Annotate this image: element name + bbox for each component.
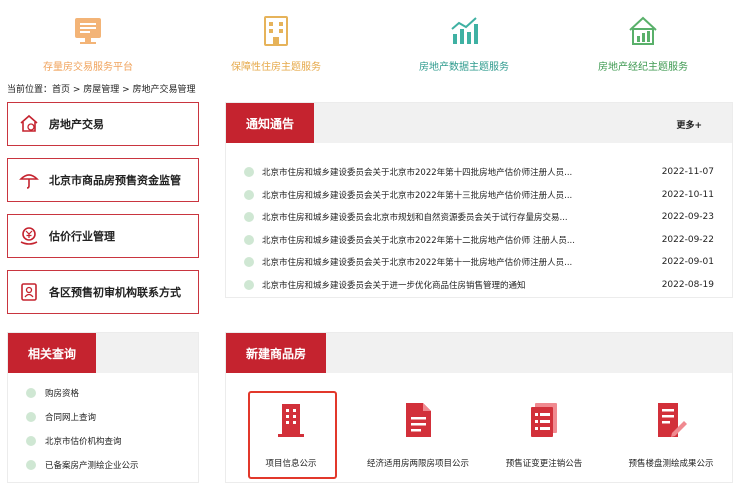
notice-text[interactable]: 北京市住房和城乡建设委员会北京市规划和自然资源委员会关于试行存量房交易... [262, 211, 654, 223]
presale-change-item[interactable]: 预售证变更注销公告 [489, 401, 599, 469]
bullet-icon [244, 234, 254, 245]
notice-text[interactable]: 北京市住房和城乡建设委员会关于北京市2022年第十三批房地产估价师注册人员... [262, 189, 654, 201]
notice-text[interactable]: 北京市住房和城乡建设委员会关于进一步优化商品住房销售管理的通知 [262, 279, 654, 291]
service-real-estate-data[interactable]: 房地产数据主题服务 [384, 14, 544, 73]
notice-text[interactable]: 北京市住房和城乡建设委员会关于北京市2022年第十四批房地产估价师注册人员... [262, 166, 654, 178]
service-label: 保障性住房主题服务 [231, 62, 321, 73]
bullet-icon [244, 279, 254, 290]
house-chart-icon [629, 16, 657, 45]
notice-item[interactable]: 北京市住房和城乡建设委员会关于北京市2022年第十二批房地产估价师 注册人员..… [244, 229, 714, 252]
bullet-icon [26, 388, 36, 398]
notice-item[interactable]: 北京市住房和城乡建设委员会关于进一步优化商品住房销售管理的通知 2022-08-… [244, 274, 714, 297]
notice-panel: 通知通告 更多+ 北京市住房和城乡建设委员会关于北京市2022年第十四批房地产估… [225, 102, 733, 298]
pen-doc-icon [658, 403, 687, 437]
notice-text[interactable]: 北京市住房和城乡建设委员会关于北京市2022年第十一批房地产估价师注册人员... [262, 256, 654, 268]
menu-appraisal-industry[interactable]: 估价行业管理 [7, 214, 199, 258]
menu-presale-fund-supervision[interactable]: 北京市商品房预售资金监管 [7, 158, 199, 202]
project-label: 项目信息公示 [265, 459, 317, 469]
notice-title: 通知通告 [226, 103, 314, 143]
menu-real-estate-transaction[interactable]: 房地产交易 [7, 102, 199, 146]
notice-date: 2022-09-23 [661, 212, 714, 223]
yuan-hand-icon [20, 227, 38, 245]
building-doc-icon [278, 404, 304, 437]
related-query-panel: 相关查询 购房资格 合同网上查询 北京市估价机构查询 已备案房产测绘企业公示 [7, 332, 199, 483]
project-info-item[interactable]: 项目信息公示 [236, 401, 346, 469]
service-label: 存量房交易服务平台 [43, 62, 133, 73]
new-housing-panel: 新建商品房 项目信息公示 经济适用房两限房项目公示 预售证变更注销公告 预售楼盘… [225, 332, 733, 483]
related-item[interactable]: 购房资格 [26, 381, 139, 405]
project-label: 预售证变更注销公告 [505, 459, 583, 469]
bullet-icon [244, 212, 254, 223]
bullet-icon [26, 436, 36, 446]
more-link[interactable]: 更多+ [676, 118, 702, 131]
notice-list: 北京市住房和城乡建设委员会关于北京市2022年第十四批房地产估价师注册人员...… [244, 161, 714, 296]
notice-item[interactable]: 北京市住房和城乡建设委员会关于北京市2022年第十四批房地产估价师注册人员...… [244, 161, 714, 184]
bullet-icon [26, 460, 36, 470]
umbrella-icon [19, 174, 39, 189]
new-housing-title: 新建商品房 [226, 333, 326, 373]
related-list: 购房资格 合同网上查询 北京市估价机构查询 已备案房产测绘企业公示 [26, 381, 139, 477]
related-item[interactable]: 已备案房产测绘企业公示 [26, 453, 139, 477]
notice-text[interactable]: 北京市住房和城乡建设委员会关于北京市2022年第十二批房地产估价师 注册人员..… [262, 234, 654, 246]
bullet-icon [244, 167, 254, 178]
related-item-label[interactable]: 购房资格 [45, 387, 79, 399]
notice-date: 2022-11-07 [661, 167, 714, 178]
related-item[interactable]: 北京市估价机构查询 [26, 429, 139, 453]
menu-label: 房地产交易 [49, 118, 104, 131]
bullet-icon [244, 189, 254, 200]
breadcrumb: 当前位置：首页 > 房屋管理 > 房地产交易管理 [7, 85, 196, 95]
related-item-label[interactable]: 北京市估价机构查询 [45, 435, 122, 447]
contact-card-icon [21, 283, 37, 301]
project-label: 预售楼盘测绘成果公示 [628, 459, 714, 469]
service-label: 房地产数据主题服务 [419, 62, 509, 73]
service-label: 房地产经纪主题服务 [598, 62, 688, 73]
notice-item[interactable]: 北京市住房和城乡建设委员会关于北京市2022年第十一批房地产估价师注册人员...… [244, 251, 714, 274]
service-brokerage[interactable]: 房地产经纪主题服务 [563, 14, 723, 73]
house-coin-icon [20, 114, 38, 132]
affordable-project-item[interactable]: 经济适用房两限房项目公示 [363, 401, 473, 469]
service-row: 存量房交易服务平台 保障性住房主题服务 房地产数据主题服务 房地产经纪主题服务 [0, 0, 740, 78]
notice-date: 2022-09-01 [661, 257, 714, 268]
notice-item[interactable]: 北京市住房和城乡建设委员会关于北京市2022年第十三批房地产估价师注册人员...… [244, 184, 714, 207]
menu-label: 北京市商品房预售资金监管 [49, 174, 181, 187]
service-stock-housing[interactable]: 存量房交易服务平台 [8, 14, 168, 73]
document-icon [406, 403, 431, 437]
notice-date: 2022-09-22 [661, 234, 714, 245]
notice-date: 2022-10-11 [661, 189, 714, 200]
notice-date: 2022-08-19 [661, 279, 714, 290]
building-icon [264, 16, 288, 46]
list-doc-icon [531, 403, 557, 437]
menu-label: 估价行业管理 [49, 230, 115, 243]
survey-result-item[interactable]: 预售楼盘测绘成果公示 [616, 401, 726, 469]
related-item[interactable]: 合同网上查询 [26, 405, 139, 429]
bar-chart-icon [451, 17, 478, 44]
bullet-icon [26, 412, 36, 422]
related-item-label[interactable]: 合同网上查询 [45, 411, 96, 423]
notice-item[interactable]: 北京市住房和城乡建设委员会北京市规划和自然资源委员会关于试行存量房交易... 2… [244, 206, 714, 229]
menu-district-contacts[interactable]: 各区预售初审机构联系方式 [7, 270, 199, 314]
service-affordable-housing[interactable]: 保障性住房主题服务 [196, 14, 356, 73]
menu-label: 各区预售初审机构联系方式 [49, 286, 181, 299]
related-title: 相关查询 [8, 333, 96, 373]
bullet-icon [244, 257, 254, 268]
related-item-label[interactable]: 已备案房产测绘企业公示 [45, 459, 139, 471]
monitor-doc-icon [75, 18, 101, 44]
project-label: 经济适用房两限房项目公示 [366, 459, 469, 469]
